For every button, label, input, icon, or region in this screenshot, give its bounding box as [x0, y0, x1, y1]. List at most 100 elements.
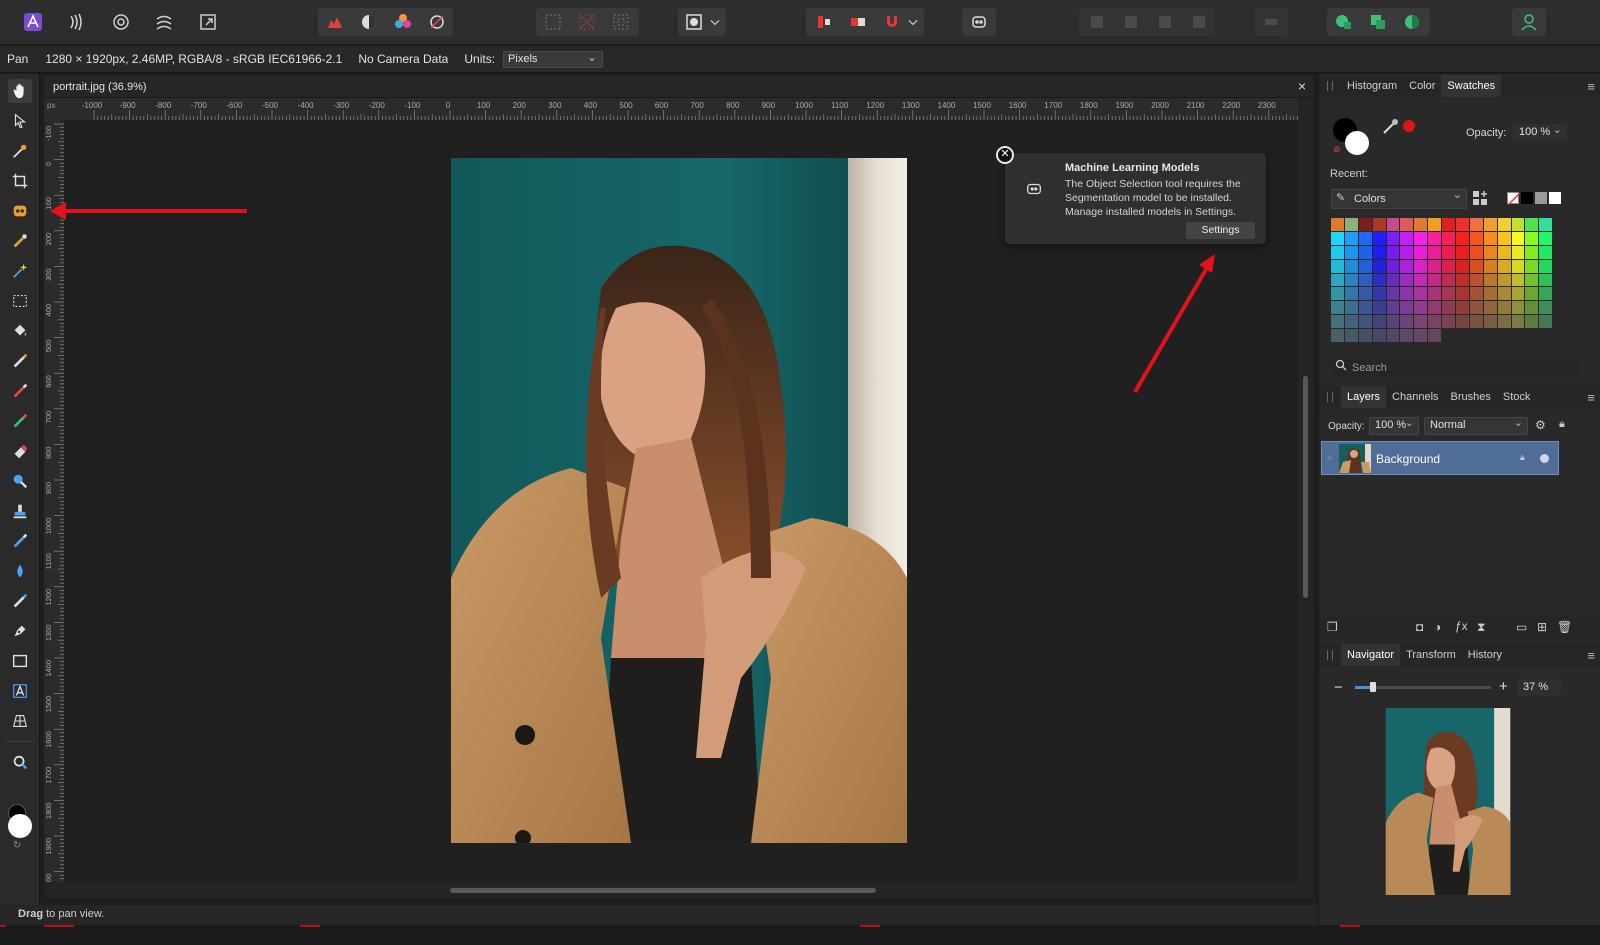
- swatch[interactable]: [1469, 287, 1483, 301]
- swatch[interactable]: [1344, 273, 1358, 287]
- alignment-icon[interactable]: [1258, 9, 1284, 35]
- invert-selection-icon[interactable]: [608, 9, 634, 35]
- swatch[interactable]: [1525, 287, 1539, 301]
- swatch[interactable]: [1539, 218, 1553, 231]
- swatch[interactable]: [1539, 301, 1553, 315]
- intersect-icon[interactable]: [1399, 9, 1425, 35]
- swatch[interactable]: [1428, 301, 1442, 315]
- rectangular-marquee-tool-icon[interactable]: [8, 289, 32, 313]
- swatch[interactable]: [1469, 315, 1483, 329]
- swatch[interactable]: [1386, 301, 1400, 315]
- swatch[interactable]: [1539, 287, 1553, 301]
- pan-tool-icon[interactable]: [8, 79, 32, 103]
- settings-button[interactable]: Settings: [1186, 222, 1255, 239]
- panel-grip[interactable]: [1327, 650, 1333, 660]
- tab-layers[interactable]: Layers: [1341, 386, 1387, 408]
- swatch[interactable]: [1414, 329, 1428, 343]
- mesh-warp-tool-icon[interactable]: [8, 709, 32, 733]
- deselect-icon[interactable]: [574, 9, 600, 35]
- swatch[interactable]: [1511, 259, 1525, 273]
- swatch-search-input[interactable]: Search: [1331, 358, 1579, 378]
- swatch[interactable]: [1358, 231, 1372, 245]
- swatch[interactable]: [1372, 245, 1386, 259]
- swatch[interactable]: [1456, 301, 1469, 315]
- tab-histogram[interactable]: Histogram: [1341, 75, 1403, 97]
- swatch[interactable]: [1428, 245, 1442, 259]
- swatch[interactable]: [1414, 245, 1428, 259]
- zoom-slider[interactable]: [1355, 682, 1491, 692]
- swatch[interactable]: [1511, 287, 1525, 301]
- gray-swatch[interactable]: [1535, 192, 1547, 204]
- zoom-slider-handle[interactable]: [1370, 682, 1376, 692]
- dodge-tool-icon[interactable]: [8, 469, 32, 493]
- swatch[interactable]: [1331, 273, 1344, 287]
- brush-tool-icon[interactable]: [8, 379, 32, 403]
- swatch[interactable]: [1414, 315, 1428, 329]
- swatch[interactable]: [1386, 315, 1400, 329]
- swatch[interactable]: [1497, 231, 1511, 245]
- assistant-robot-icon[interactable]: [966, 9, 992, 35]
- swatch[interactable]: [1525, 259, 1539, 273]
- gear-icon[interactable]: ⚙: [1535, 418, 1546, 432]
- swatch[interactable]: [1442, 259, 1456, 273]
- swatch[interactable]: [1372, 231, 1386, 245]
- swatch[interactable]: [1469, 245, 1483, 259]
- swatch[interactable]: [1386, 273, 1400, 287]
- swatch[interactable]: [1456, 231, 1469, 245]
- rectangle-tool-icon[interactable]: [8, 649, 32, 673]
- swatch[interactable]: [1483, 231, 1497, 245]
- swatch[interactable]: [1539, 231, 1553, 245]
- layer-row-background[interactable]: ⁘ Background 🔒︎: [1321, 441, 1559, 475]
- swatch[interactable]: [1358, 259, 1372, 273]
- close-icon[interactable]: ✕: [996, 146, 1014, 164]
- swatch[interactable]: [1511, 315, 1525, 329]
- portrait-photo[interactable]: [451, 158, 907, 843]
- object-selection-tool-icon[interactable]: [8, 199, 32, 223]
- swatch[interactable]: [1469, 259, 1483, 273]
- panel-grip[interactable]: [1327, 81, 1333, 91]
- tab-swatches[interactable]: Swatches: [1441, 75, 1502, 97]
- swatch[interactable]: [1483, 259, 1497, 273]
- horizontal-scroll-thumb[interactable]: [450, 888, 876, 893]
- subtract-icon[interactable]: [1365, 9, 1391, 35]
- swatch[interactable]: [1456, 245, 1469, 259]
- swatch[interactable]: [1469, 301, 1483, 315]
- lock-icon[interactable]: 🔒︎: [1559, 418, 1565, 431]
- tab-channels[interactable]: Channels: [1386, 386, 1444, 408]
- swatch[interactable]: [1525, 231, 1539, 245]
- mask-layer-icon[interactable]: ◘: [1416, 620, 1423, 634]
- layer-options-icon[interactable]: ❐: [1327, 620, 1338, 634]
- crop-tool-icon[interactable]: [8, 169, 32, 193]
- swatch[interactable]: [1442, 315, 1456, 329]
- swatch[interactable]: [1372, 329, 1386, 343]
- swatch[interactable]: [1400, 287, 1414, 301]
- panel-menu-icon[interactable]: ≡: [1587, 648, 1595, 663]
- move-to-front-icon[interactable]: [1186, 9, 1212, 35]
- document-tab[interactable]: portrait.jpg (36.9%) ×: [44, 76, 1314, 98]
- swatch[interactable]: [1344, 329, 1358, 343]
- swatch[interactable]: [1331, 218, 1344, 231]
- swatch[interactable]: [1428, 273, 1442, 287]
- selection-brush-tool-icon[interactable]: [8, 229, 32, 253]
- zoom-out-icon[interactable]: −: [1334, 679, 1343, 696]
- swatch[interactable]: [1344, 259, 1358, 273]
- align-icon[interactable]: [811, 9, 837, 35]
- photo-persona-icon[interactable]: [20, 9, 46, 35]
- user-icon[interactable]: [1516, 9, 1542, 35]
- inpainting-tool-icon[interactable]: [8, 589, 32, 613]
- swatch[interactable]: [1456, 259, 1469, 273]
- swatch[interactable]: [1386, 287, 1400, 301]
- swatch[interactable]: [1456, 218, 1469, 231]
- close-document-icon[interactable]: ×: [1298, 78, 1306, 94]
- swatch[interactable]: [1372, 301, 1386, 315]
- zoom-tool-icon[interactable]: [8, 751, 32, 775]
- swatch[interactable]: [1386, 329, 1400, 343]
- swatch[interactable]: [1428, 329, 1442, 343]
- swatch[interactable]: [1539, 259, 1553, 273]
- color-replacement-tool-icon[interactable]: [8, 409, 32, 433]
- tab-brushes[interactable]: Brushes: [1445, 386, 1497, 408]
- swatch[interactable]: [1372, 259, 1386, 273]
- horizontal-scrollbar[interactable]: [44, 882, 1314, 898]
- swatch[interactable]: [1456, 273, 1469, 287]
- swatch[interactable]: [1539, 245, 1553, 259]
